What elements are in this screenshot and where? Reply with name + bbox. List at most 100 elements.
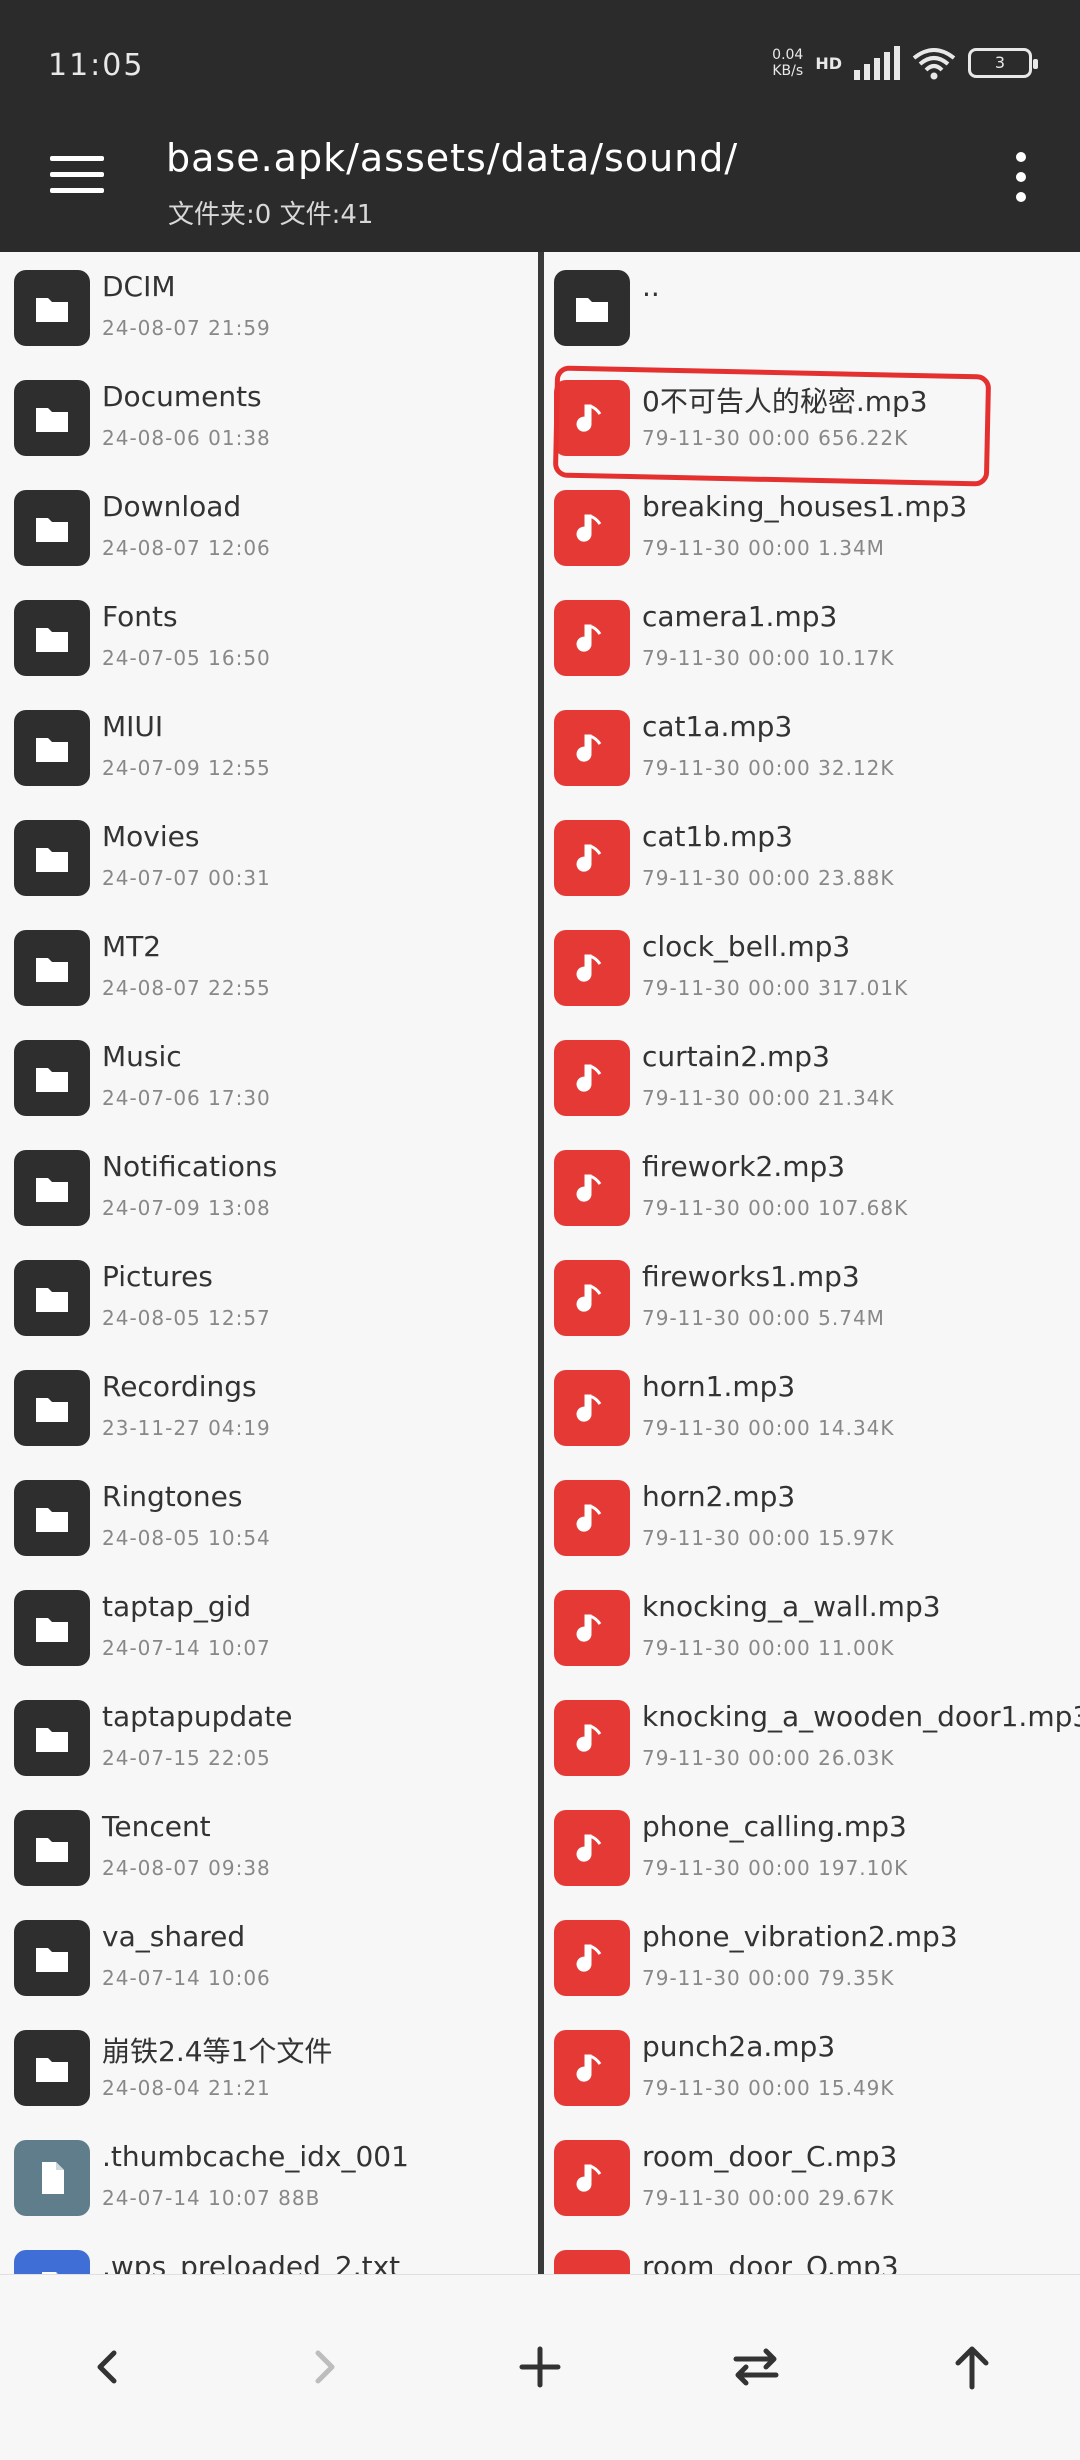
folder-icon xyxy=(14,1150,90,1226)
file-meta: 79-11-30 00:00 11.00K xyxy=(642,1636,895,1660)
audio-file-row[interactable]: knocking_a_wooden_door1.mp3 79-11-30 00:0… xyxy=(544,1682,1080,1792)
audio-file-row[interactable]: 0不可告人的秘密.mp3 79-11-30 00:00 656.22K xyxy=(544,362,1080,472)
up-directory-button[interactable] xyxy=(936,2331,1008,2403)
music-note-icon xyxy=(554,1920,630,1996)
folder-icon xyxy=(14,1480,90,1556)
file-row[interactable]: .thumbcache_idx_001 24-07-14 10:07 88B xyxy=(0,2122,538,2232)
file-meta: 23-11-27 04:19 xyxy=(102,1416,271,1440)
more-options-icon[interactable] xyxy=(1014,152,1028,202)
file-name: firework2.mp3 xyxy=(642,1150,846,1183)
file-name: DCIM xyxy=(102,270,176,303)
folder-icon xyxy=(14,1810,90,1886)
music-note-icon xyxy=(554,1700,630,1776)
right-file-pane[interactable]: .. 0不可告人的秘密.mp3 79-11-30 00:00 656.22K bre… xyxy=(544,252,1080,2274)
file-row[interactable]: Ringtones 24-08-05 10:54 xyxy=(0,1462,538,1572)
file-row[interactable]: Music 24-07-06 17:30 xyxy=(0,1022,538,1132)
file-meta: 79-11-30 00:00 32.12K xyxy=(642,756,895,780)
file-row[interactable]: Download 24-08-07 12:06 xyxy=(0,472,538,582)
file-row[interactable]: taptap_gid 24-07-14 10:07 xyxy=(0,1572,538,1682)
file-meta: 24-07-09 12:55 xyxy=(102,756,271,780)
file-row[interactable]: taptapupdate 24-07-15 22:05 xyxy=(0,1682,538,1792)
file-name: breaking_houses1.mp3 xyxy=(642,490,968,523)
file-row[interactable]: MT2 24-08-07 22:55 xyxy=(0,912,538,1022)
music-note-icon xyxy=(554,2140,630,2216)
audio-file-row[interactable]: phone_calling.mp3 79-11-30 00:00 197.10K xyxy=(544,1792,1080,1902)
file-row[interactable]: MIUI 24-07-09 12:55 xyxy=(0,692,538,802)
forward-button[interactable] xyxy=(288,2331,360,2403)
file-row[interactable]: Fonts 24-07-05 16:50 xyxy=(0,582,538,692)
file-row[interactable]: Documents 24-08-06 01:38 xyxy=(0,362,538,472)
left-file-list: DCIM 24-08-07 21:59 Documents 24-08-06 01:3… xyxy=(0,252,538,2274)
file-meta: 79-11-30 00:00 14.34K xyxy=(642,1416,895,1440)
back-icon xyxy=(97,2350,117,2384)
file-name: Notifications xyxy=(102,1150,278,1183)
file-icon xyxy=(14,2250,90,2274)
music-note-icon xyxy=(554,1260,630,1336)
file-row[interactable]: Notifications 24-07-09 13:08 xyxy=(0,1132,538,1242)
folder-icon xyxy=(14,490,90,566)
signal-icon xyxy=(854,46,900,80)
file-name: curtain2.mp3 xyxy=(642,1040,830,1073)
audio-file-row[interactable]: phone_vibration2.mp3 79-11-30 00:00 79.35… xyxy=(544,1902,1080,2012)
folder-icon xyxy=(14,710,90,786)
music-note-icon xyxy=(554,380,630,456)
file-meta: 24-08-06 01:38 xyxy=(102,426,271,450)
file-name: Documents xyxy=(102,380,262,413)
audio-file-row[interactable]: breaking_houses1.mp3 79-11-30 00:00 1.34M xyxy=(544,472,1080,582)
file-row[interactable]: Pictures 24-08-05 12:57 xyxy=(0,1242,538,1352)
audio-file-row[interactable]: clock_bell.mp3 79-11-30 00:00 317.01K xyxy=(544,912,1080,1022)
file-name: knocking_a_wall.mp3 xyxy=(642,1590,941,1623)
file-row[interactable]: .wps_preloaded_2.txt xyxy=(0,2232,538,2274)
audio-file-row[interactable]: punch2a.mp3 79-11-30 00:00 15.49K xyxy=(544,2012,1080,2122)
file-name: va_shared xyxy=(102,1920,246,1953)
file-name: cat1b.mp3 xyxy=(642,820,793,853)
menu-icon[interactable] xyxy=(50,156,104,194)
file-row[interactable]: va_shared 24-07-14 10:06 xyxy=(0,1902,538,2012)
back-button[interactable] xyxy=(72,2331,144,2403)
audio-file-row[interactable]: horn1.mp3 79-11-30 00:00 14.34K xyxy=(544,1352,1080,1462)
file-name: knocking_a_wooden_door1.mp3 xyxy=(642,1700,1080,1733)
music-note-icon xyxy=(554,2250,630,2274)
file-meta: 24-07-15 22:05 xyxy=(102,1746,271,1770)
file-name: camera1.mp3 xyxy=(642,600,838,633)
file-row[interactable]: Movies 24-07-07 00:31 xyxy=(0,802,538,912)
status-time: 11:05 xyxy=(48,48,145,83)
folder-icon xyxy=(14,270,90,346)
file-name: MIUI xyxy=(102,710,164,743)
forward-icon xyxy=(315,2350,335,2384)
parent-folder-label: .. xyxy=(642,270,660,303)
folder-icon xyxy=(14,820,90,896)
audio-file-row[interactable]: fireworks1.mp3 79-11-30 00:00 5.74M xyxy=(544,1242,1080,1352)
file-meta: 24-07-06 17:30 xyxy=(102,1086,271,1110)
net-speed-value: 0.04 xyxy=(772,47,804,63)
audio-file-row[interactable]: room_door_C.mp3 79-11-30 00:00 29.67K xyxy=(544,2122,1080,2232)
file-row[interactable]: DCIM 24-08-07 21:59 xyxy=(0,252,538,362)
audio-file-row[interactable]: knocking_a_wall.mp3 79-11-30 00:00 11.00K xyxy=(544,1572,1080,1682)
parent-folder-row[interactable]: .. xyxy=(544,252,1080,362)
add-button[interactable] xyxy=(504,2331,576,2403)
file-meta: 24-07-14 10:07 xyxy=(102,1636,271,1660)
audio-file-row[interactable]: room_door_O.mp3 xyxy=(544,2232,1080,2274)
swap-panes-button[interactable] xyxy=(720,2331,792,2403)
audio-file-row[interactable]: firework2.mp3 79-11-30 00:00 107.68K xyxy=(544,1132,1080,1242)
file-row[interactable]: Recordings 23-11-27 04:19 xyxy=(0,1352,538,1462)
file-meta: 24-07-07 00:31 xyxy=(102,866,271,890)
audio-file-row[interactable]: horn2.mp3 79-11-30 00:00 15.97K xyxy=(544,1462,1080,1572)
file-row[interactable]: 崩铁2.4等1个文件 24-08-04 21:21 xyxy=(0,2012,538,2122)
audio-file-row[interactable]: curtain2.mp3 79-11-30 00:00 21.34K xyxy=(544,1022,1080,1132)
music-note-icon xyxy=(554,2030,630,2106)
audio-file-row[interactable]: camera1.mp3 79-11-30 00:00 10.17K xyxy=(544,582,1080,692)
audio-file-row[interactable]: cat1b.mp3 79-11-30 00:00 23.88K xyxy=(544,802,1080,912)
file-icon xyxy=(14,2140,90,2216)
file-name: fireworks1.mp3 xyxy=(642,1260,860,1293)
left-file-pane[interactable]: DCIM 24-08-07 21:59 Documents 24-08-06 01:3… xyxy=(0,252,538,2274)
file-meta: 24-07-09 13:08 xyxy=(102,1196,271,1220)
file-meta: 79-11-30 00:00 10.17K xyxy=(642,646,895,670)
swap-icon xyxy=(733,2348,779,2386)
folder-file-count: 文件夹:0 文件:41 xyxy=(168,200,374,230)
file-row[interactable]: Tencent 24-08-07 09:38 xyxy=(0,1792,538,1902)
file-name: Tencent xyxy=(102,1810,211,1843)
audio-file-row[interactable]: cat1a.mp3 79-11-30 00:00 32.12K xyxy=(544,692,1080,802)
file-name: Recordings xyxy=(102,1370,257,1403)
folder-icon xyxy=(14,1370,90,1446)
